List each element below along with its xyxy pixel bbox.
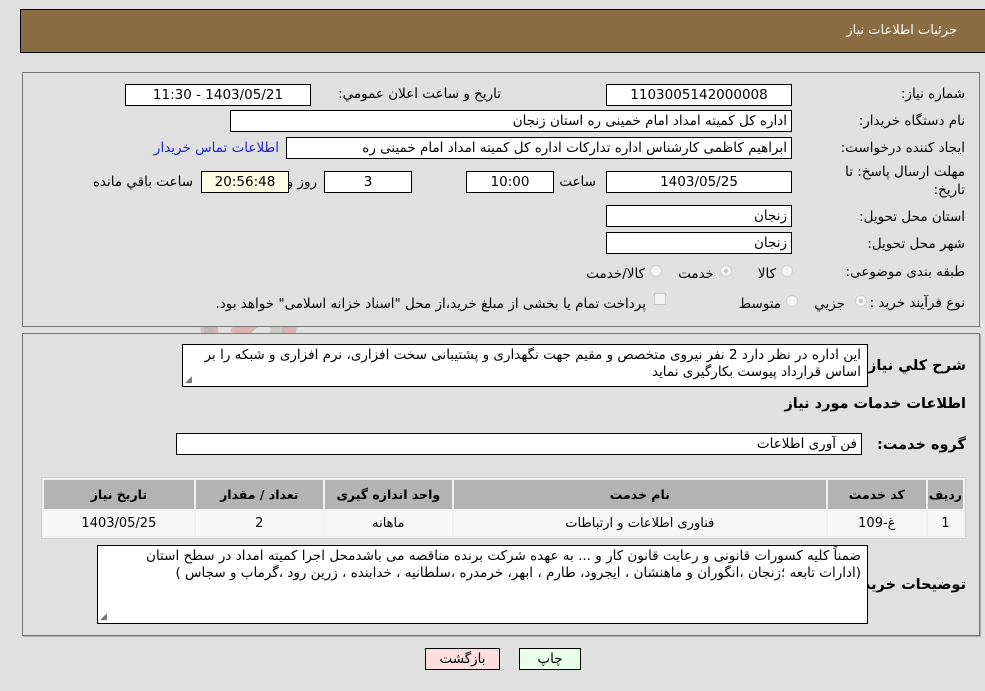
deadline-date-field: 1403/05/25 [606,171,792,193]
services-panel: شرح كلي نیاز: این اداره در نظر دارد 2 نف… [22,333,980,636]
back-button[interactable]: بازگشت [425,648,500,670]
table-row: 1 غ-109 فناوری اطلاعات و ارتباطات ماهانه… [44,511,963,536]
purchase-type-label: نوع فرآیند خرید : [869,295,965,311]
announce-datetime-field: 1403/05/21 - 11:30 [125,84,311,106]
col-header-row: ردیف [927,480,963,509]
purchase-option-medium: متوسط [738,296,781,312]
print-button[interactable]: چاپ [519,648,581,670]
services-table-header: ردیف کد خدمت نام خدمت واحد اندازه گیری ت… [44,480,963,509]
services-section-title: اطلاعات خدمات مورد نیاز [784,396,966,412]
category-label: طبقه بندی موضوعی: [845,264,965,280]
delivery-city-label: شهر محل تحویل: [867,236,965,252]
delivery-province-field: زنجان [606,205,792,227]
cell-service-name: فناوری اطلاعات و ارتباطات [453,511,826,536]
col-header-quantity: تعداد / مقدار [195,480,323,509]
need-details-panel: شماره نیاز: 1103005142000008 تاریخ و ساع… [22,72,980,327]
resize-grip-icon[interactable]: ◢ [185,376,192,385]
services-table: ردیف کد خدمت نام خدمت واحد اندازه گیری ت… [41,477,966,539]
deadline-label-line1: مهلت ارسال پاسخ: تا [845,164,965,180]
treasury-note: پرداخت تمام یا بخشی از مبلغ خرید،از محل … [215,296,646,312]
need-number-label: شماره نیاز: [900,86,965,102]
buyer-org-label: نام دستگاه خریدار: [858,113,965,129]
treasury-checkbox[interactable] [654,293,666,305]
purchase-radio-minor[interactable] [855,295,867,307]
deadline-time-label: ساعت [559,174,596,190]
category-radio-service[interactable] [720,265,732,277]
purchase-option-minor: جزيي [814,296,845,312]
cell-quantity: 2 [195,511,323,536]
description-text: این اداره در نظر دارد 2 نفر نیروی متخصص … [204,347,861,380]
requester-field: ابراهیم کاظمی کارشناس اداره تدارکات ادار… [286,137,792,159]
category-option-goods: کالا [757,266,776,282]
announce-datetime-label: تاریخ و ساعت اعلان عمومي: [338,86,501,102]
remaining-days-label: روز و [286,174,317,190]
page-title: جزئیات اطلاعات نیاز [846,23,957,38]
col-header-unit: واحد اندازه گیری [324,480,452,509]
description-textarea[interactable]: این اداره در نظر دارد 2 نفر نیروی متخصص … [182,344,868,387]
requester-label: ایجاد کننده درخواست: [840,140,965,156]
remaining-time-label: ساعت باقي مانده [92,174,193,190]
resize-grip-icon[interactable]: ◢ [100,613,107,622]
need-number-field: 1103005142000008 [606,84,792,106]
category-option-goods-service: کالا/خدمت [586,266,645,282]
col-header-service-code: کد خدمت [827,480,926,509]
delivery-city-field: زنجان [606,232,792,254]
deadline-label-line2: تاریخ: [933,182,965,198]
cell-unit: ماهانه [324,511,452,536]
category-radio-goods[interactable] [781,265,793,277]
page-header: جزئیات اطلاعات نیاز [20,9,985,53]
remaining-time-field: 20:56:48 [201,171,289,193]
category-option-service: خدمت [678,266,714,282]
buyer-contact-link[interactable]: اطلاعات تماس خریدار [154,140,279,156]
cell-need-date: 1403/05/25 [44,511,194,536]
cell-service-code: غ-109 [827,511,926,536]
purchase-radio-medium[interactable] [786,295,798,307]
remaining-days-field: 3 [324,171,412,193]
col-header-need-date: تاریخ نیاز [44,480,194,509]
col-header-service-name: نام خدمت [453,480,826,509]
service-group-label: گروه خدمت: [876,437,966,453]
deadline-time-field: 10:00 [466,171,554,193]
category-radio-goods-service[interactable] [650,265,662,277]
buyer-notes-textarea[interactable]: ضمناً کلیه کسورات قانونی و رعایت قانون ک… [97,545,868,624]
description-label: شرح كلي نیاز: [862,358,966,374]
delivery-province-label: استان محل تحویل: [859,209,965,225]
cell-row-number: 1 [927,511,963,536]
buyer-org-field: اداره کل کمیته امداد امام خمینی ره استان… [230,110,792,132]
service-group-field: فن آوری اطلاعات [176,433,862,455]
buyer-notes-text: ضمناً کلیه کسورات قانونی و رعایت قانون ک… [146,548,861,581]
